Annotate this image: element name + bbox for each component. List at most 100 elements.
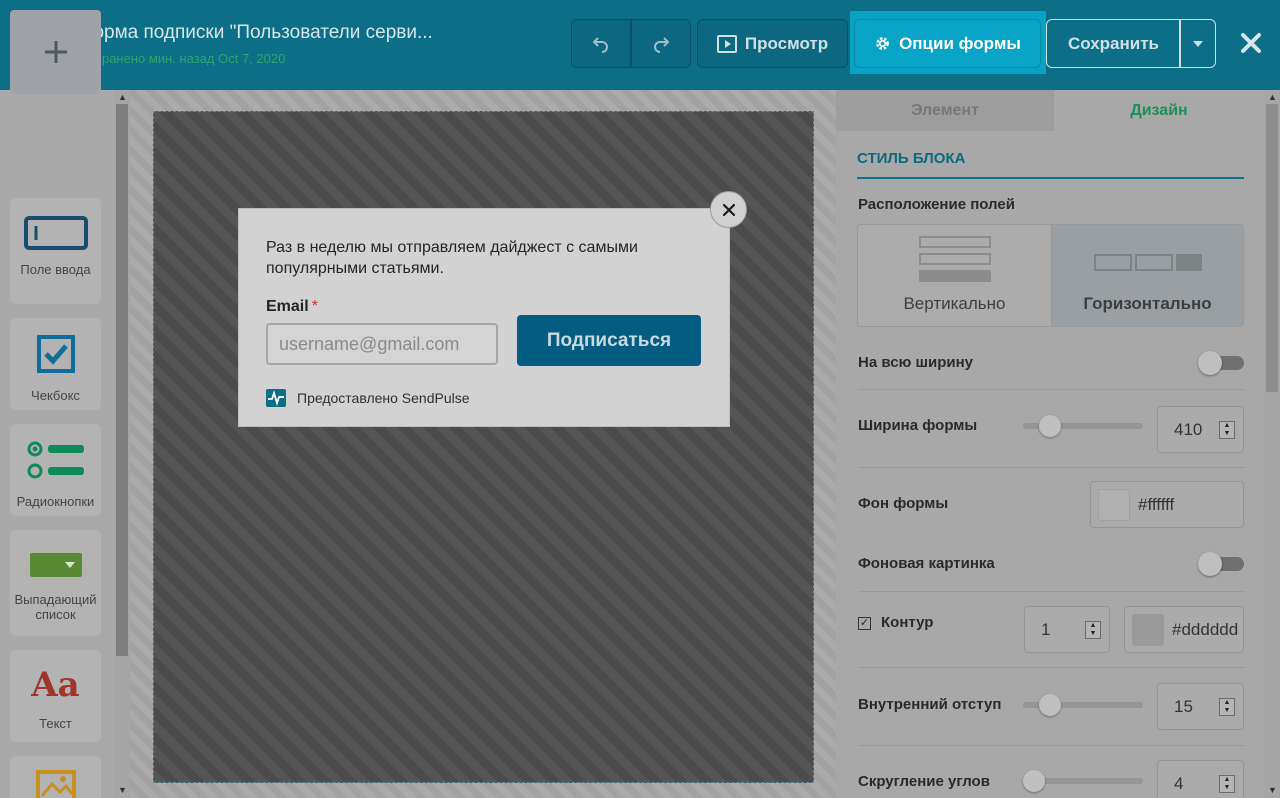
tool-radio-buttons[interactable]: Радиокнопки (10, 424, 101, 516)
close-icon (1241, 33, 1261, 53)
tool-image[interactable] (10, 756, 101, 798)
form-options-label: Опции формы (899, 33, 1021, 53)
toolbox-scrollbar[interactable]: ▲ ▼ (114, 90, 130, 798)
divider (858, 591, 1245, 592)
padding-label: Внутренний отступ (858, 696, 1002, 713)
redo-icon (654, 36, 670, 53)
scrollbar-thumb[interactable] (116, 104, 128, 656)
checkbox-icon (36, 335, 75, 373)
scroll-down-icon[interactable]: ▼ (118, 785, 127, 795)
stepper-arrows-icon[interactable]: ▲ ▼ (1219, 698, 1235, 716)
undo-button[interactable] (571, 19, 631, 68)
text-icon: Aa (31, 665, 80, 705)
layout-option-label: Горизонтально (1083, 294, 1212, 313)
close-icon (722, 203, 735, 216)
form-close-button[interactable] (710, 191, 747, 228)
form-options-button[interactable]: Опции формы (854, 19, 1041, 68)
border-label: Контур (881, 614, 934, 631)
padding-slider[interactable] (1023, 694, 1143, 716)
required-mark: * (311, 298, 318, 315)
sendpulse-logo-icon (266, 389, 286, 407)
border-color-input[interactable]: #dddddd (1124, 606, 1244, 653)
plus-icon (44, 41, 67, 63)
padding-value: 15 (1174, 696, 1193, 716)
radio-buttons-icon (27, 441, 84, 479)
scroll-up-icon[interactable]: ▲ (118, 92, 127, 102)
stepper-arrows-icon[interactable]: ▲ ▼ (1219, 775, 1235, 793)
border-color-value: #dddddd (1172, 619, 1239, 639)
add-element-button[interactable] (10, 10, 101, 94)
form-description[interactable]: Раз в неделю мы отправляем дайджест с са… (266, 237, 686, 279)
tool-label: Чекбокс (31, 388, 80, 403)
properties-panel: Элемент Дизайн СТИЛЬ БЛОКА Расположение … (836, 90, 1280, 798)
tab-element[interactable]: Элемент (836, 90, 1054, 131)
divider (858, 667, 1245, 668)
radius-slider[interactable] (1023, 770, 1143, 792)
form-title[interactable]: Форма подписки "Пользователи серви... (79, 22, 433, 44)
tool-dropdown[interactable]: Выпадающий список (10, 530, 101, 636)
tool-label: Выпадающий список (14, 592, 97, 622)
preview-label: Просмотр (744, 33, 829, 53)
stepper-arrows-icon[interactable]: ▲ ▼ (1219, 421, 1235, 439)
color-swatch[interactable] (1132, 613, 1164, 646)
powered-by-text: Предоставлено SendPulse (297, 390, 470, 406)
preview-icon (716, 34, 737, 53)
save-dropdown-button[interactable] (1179, 19, 1216, 68)
preview-button[interactable]: Просмотр (697, 19, 848, 68)
fields-layout-label: Расположение полей (858, 196, 1015, 213)
bg-image-toggle[interactable] (1198, 552, 1244, 576)
form-width-label: Ширина формы (858, 417, 978, 434)
subscribe-button[interactable]: Подписаться (517, 315, 701, 366)
close-editor-button[interactable] (1236, 28, 1266, 58)
save-button[interactable]: Сохранить (1046, 19, 1181, 68)
form-bg-label: Фон формы (858, 495, 949, 512)
slider-knob[interactable] (1039, 694, 1061, 716)
dropdown-icon (29, 553, 82, 577)
form-bg-value: #ffffff (1138, 494, 1175, 514)
form-width-input[interactable]: 410 ▲ ▼ (1157, 406, 1244, 453)
form-width-slider[interactable] (1023, 415, 1143, 437)
tool-label: Радиокнопки (16, 494, 95, 509)
gear-icon (876, 37, 889, 50)
scrollbar-thumb[interactable] (1266, 104, 1278, 392)
powered-by: Предоставлено SendPulse (266, 389, 470, 407)
horizontal-layout-icon (1093, 254, 1202, 271)
tool-text[interactable]: Aa Текст (10, 650, 101, 742)
slider-knob[interactable] (1023, 770, 1045, 792)
caret-down-icon (1192, 40, 1203, 47)
toggle-knob (1198, 552, 1222, 576)
form-width-value: 410 (1174, 419, 1203, 439)
tab-design[interactable]: Дизайн (1054, 90, 1264, 131)
divider (858, 389, 1245, 390)
stepper-arrows-icon[interactable]: ▲ ▼ (1085, 621, 1101, 639)
border-checkbox[interactable]: ✓ (858, 617, 871, 630)
color-swatch[interactable] (1098, 488, 1130, 521)
padding-input[interactable]: 15 ▲ ▼ (1157, 683, 1244, 730)
form-bg-color-input[interactable]: #ffffff (1090, 481, 1244, 528)
bg-image-label: Фоновая картинка (858, 555, 995, 572)
panel-scrollbar[interactable]: ▲ ▼ (1264, 90, 1280, 798)
layout-vertical-option[interactable]: Вертикально (857, 224, 1052, 327)
redo-button[interactable] (631, 19, 691, 68)
email-label-text: Email (266, 298, 309, 315)
section-divider (857, 177, 1244, 179)
slider-knob[interactable] (1039, 415, 1061, 437)
tool-label: Поле ввода (20, 262, 91, 277)
divider (858, 745, 1245, 746)
tool-input-field[interactable]: Поле ввода (10, 198, 101, 304)
tool-checkbox[interactable]: Чекбокс (10, 318, 101, 410)
radius-input[interactable]: 4 ▲ ▼ (1157, 760, 1244, 798)
input-field-icon (23, 216, 88, 250)
subscription-form-preview[interactable]: Раз в неделю мы отправляем дайджест с са… (238, 208, 730, 427)
email-input[interactable]: username@gmail.com (266, 323, 498, 365)
scroll-down-icon[interactable]: ▼ (1268, 785, 1277, 795)
full-width-toggle[interactable] (1198, 351, 1244, 375)
layout-horizontal-option[interactable]: Горизонтально (1051, 224, 1244, 327)
email-label[interactable]: Email * (266, 298, 318, 316)
border-width-input[interactable]: 1 ▲ ▼ (1024, 606, 1110, 653)
image-icon (35, 770, 76, 798)
tool-label: Текст (39, 716, 72, 731)
layout-option-label: Вертикально (903, 294, 1006, 313)
radius-label: Скругление углов (858, 773, 990, 790)
scroll-up-icon[interactable]: ▲ (1268, 92, 1277, 102)
